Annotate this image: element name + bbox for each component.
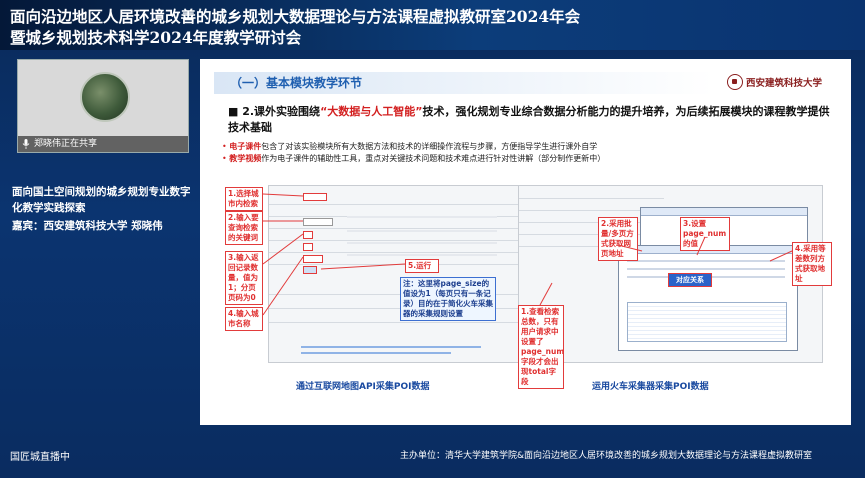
talk-title-line2: 化教学实践探索 <box>12 202 86 214</box>
sharing-label: 郑晓伟正在共享 <box>34 139 98 149</box>
host-organizations: 主办单位：清华大学建筑学院&面向沿边地区人居环境改善的城乡规划大数据理论与方法课… <box>400 451 813 461</box>
microphone-icon <box>22 139 30 149</box>
live-status-label: 国匠城直播中 <box>10 452 70 463</box>
banner-title-line1: 面向沿边地区人居环境改善的城乡规划大数据理论与方法课程虚拟教研室2024年会 <box>10 7 581 26</box>
presentation-slide: （一）基本模块教学环节 西安建筑科技大学 ■ 2.课外实验围绕“大数据与人工智能… <box>200 59 851 425</box>
banner-title-line2: 暨城乡规划技术科学2024年度教学研讨会 <box>10 28 302 47</box>
talk-title-line1: 面向国土空间规划的城乡规划专业数字 <box>12 186 191 198</box>
event-banner: 面向沿边地区人居环境改善的城乡规划大数据理论与方法课程虚拟教研室2024年会 暨… <box>0 0 865 50</box>
screen-share-status: 郑晓伟正在共享 <box>18 136 188 152</box>
speaker-video-tile[interactable]: 郑晓伟正在共享 <box>17 59 189 153</box>
guest-line: 嘉宾：西安建筑科技大学 郑晓伟 <box>12 220 163 232</box>
callout-arrows <box>262 193 793 316</box>
speaker-avatar <box>80 72 130 122</box>
